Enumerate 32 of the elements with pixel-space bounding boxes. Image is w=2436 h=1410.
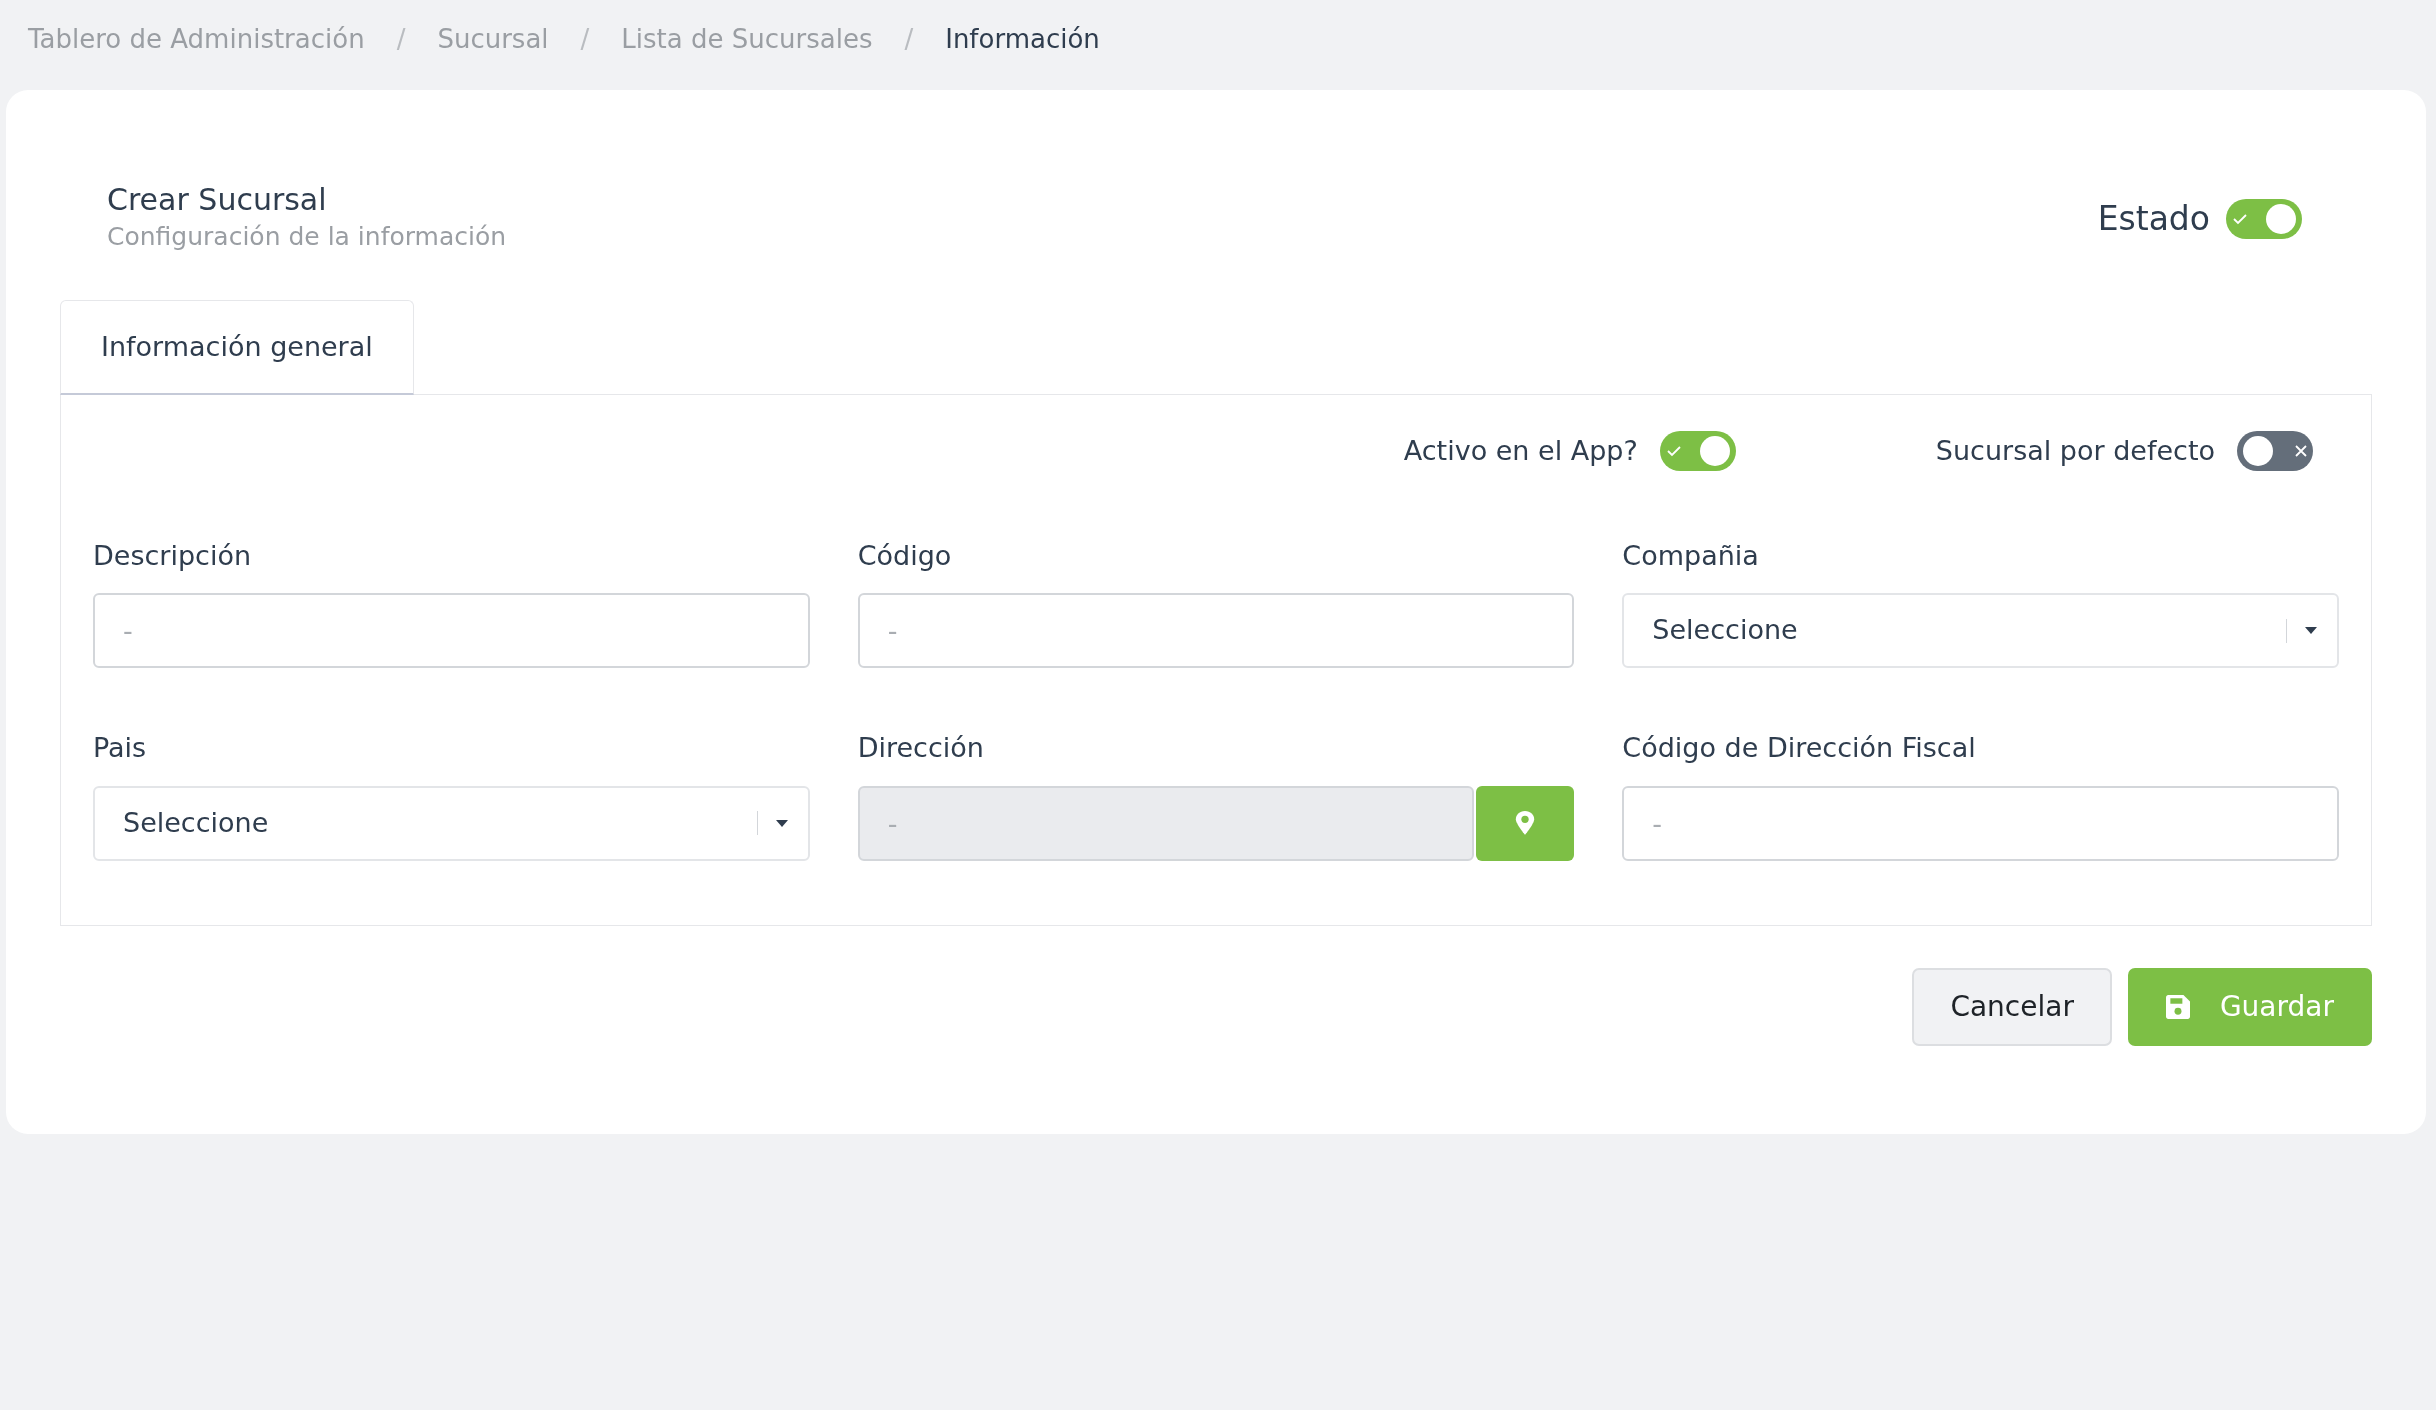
- page-subtitle: Configuración de la información: [107, 221, 507, 253]
- field-label: Código: [857, 538, 953, 573]
- cancel-button[interactable]: Cancelar: [1912, 967, 2112, 1046]
- input-field[interactable]: -: [93, 593, 810, 668]
- select-field[interactable]: Seleccione: [93, 785, 810, 861]
- field-label: Código de Dirección Fiscal: [1622, 731, 1977, 765]
- check-icon: [1665, 445, 1682, 458]
- check-icon: [2232, 212, 2248, 225]
- breadcrumb-separator: /: [396, 23, 406, 56]
- switch-label: Activo en el App?: [1403, 434, 1638, 468]
- switch-label: Sucursal por defecto: [1935, 434, 2215, 468]
- tab[interactable]: Información general: [60, 299, 414, 395]
- toggle-switch[interactable]: [1659, 431, 1736, 472]
- caret-icon: [2305, 627, 2317, 634]
- field-label: Compañia: [1622, 538, 1760, 573]
- location-button[interactable]: [1476, 785, 1575, 861]
- toggle-switch[interactable]: [2237, 431, 2313, 472]
- input-field[interactable]: -: [857, 593, 1575, 668]
- select-field[interactable]: Seleccione: [1622, 593, 2339, 668]
- breadcrumb-separator: /: [580, 23, 590, 56]
- field-label: Dirección: [857, 731, 985, 765]
- breadcrumb-separator: /: [904, 23, 914, 56]
- status-toggle[interactable]: [2226, 198, 2302, 239]
- page-title: Crear Sucursal: [107, 182, 328, 218]
- input-field[interactable]: -: [1622, 785, 2339, 861]
- breadcrumb-item: Información: [945, 23, 1100, 56]
- field-label: Descripción: [93, 538, 253, 573]
- cross-icon: [2295, 445, 2307, 458]
- field-label: Pais: [93, 731, 148, 765]
- map-pin-icon: [1514, 810, 1537, 836]
- status-label: Estado: [2097, 198, 2210, 240]
- caret-icon: [775, 819, 788, 827]
